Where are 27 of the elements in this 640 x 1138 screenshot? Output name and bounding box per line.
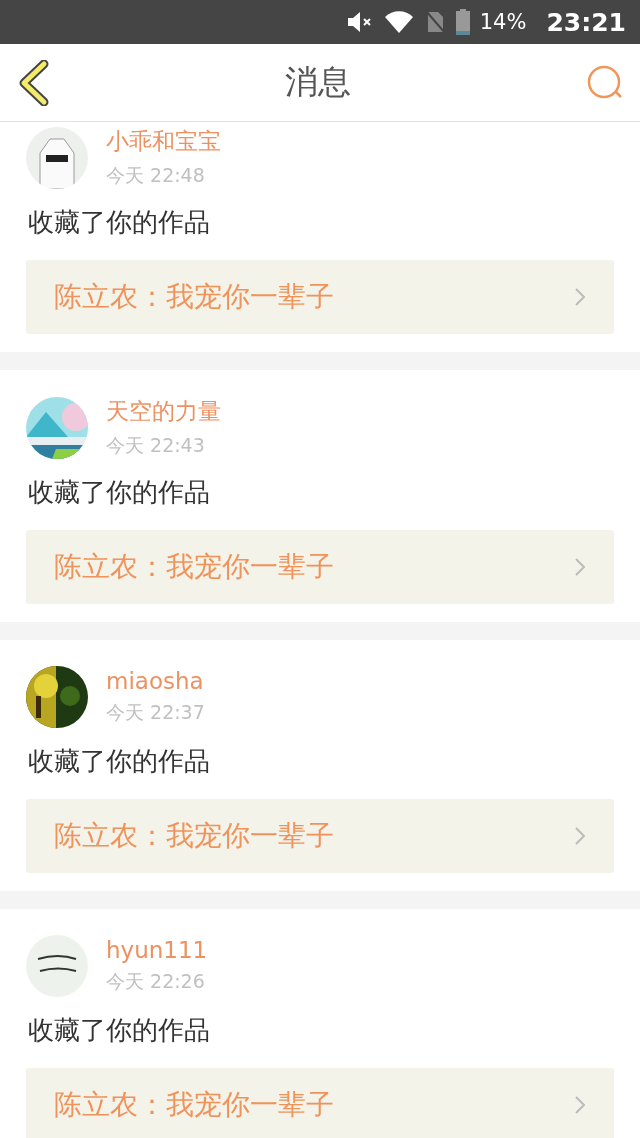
- battery-icon: [455, 9, 470, 35]
- work-link[interactable]: 陈立农：我宠你一辈子: [26, 1068, 614, 1138]
- clock: 23:21: [546, 7, 626, 37]
- back-icon[interactable]: [18, 59, 50, 106]
- user-name[interactable]: 天空的力量: [106, 396, 221, 427]
- work-link[interactable]: 陈立农：我宠你一辈子: [26, 799, 614, 873]
- page-title: 消息: [285, 61, 351, 103]
- message-text: 收藏了你的作品: [28, 476, 211, 509]
- chevron-right-icon: [574, 557, 586, 577]
- message-text: 收藏了你的作品: [28, 206, 211, 239]
- battery-percentage: 14%: [479, 10, 527, 34]
- chevron-right-icon: [574, 287, 586, 307]
- message-time: 今天 22:37: [106, 700, 205, 725]
- user-name[interactable]: miaosha: [106, 668, 205, 694]
- wifi-icon: [383, 10, 414, 34]
- message-text: 收藏了你的作品: [28, 745, 211, 778]
- chevron-right-icon: [574, 1095, 586, 1115]
- work-link[interactable]: 陈立农：我宠你一辈子: [26, 260, 614, 334]
- message-time: 今天 22:43: [106, 433, 206, 458]
- work-link[interactable]: 陈立农：我宠你一辈子: [26, 530, 614, 604]
- chevron-right-icon: [574, 826, 586, 846]
- user-name[interactable]: hyun111: [106, 937, 208, 963]
- message-time: 今天 22:26: [106, 969, 206, 994]
- mute-icon: [345, 10, 374, 34]
- user-name[interactable]: 小乖和宝宝: [106, 126, 221, 157]
- message-text: 收藏了你的作品: [28, 1014, 211, 1047]
- message-time: 今天 22:48: [106, 163, 206, 188]
